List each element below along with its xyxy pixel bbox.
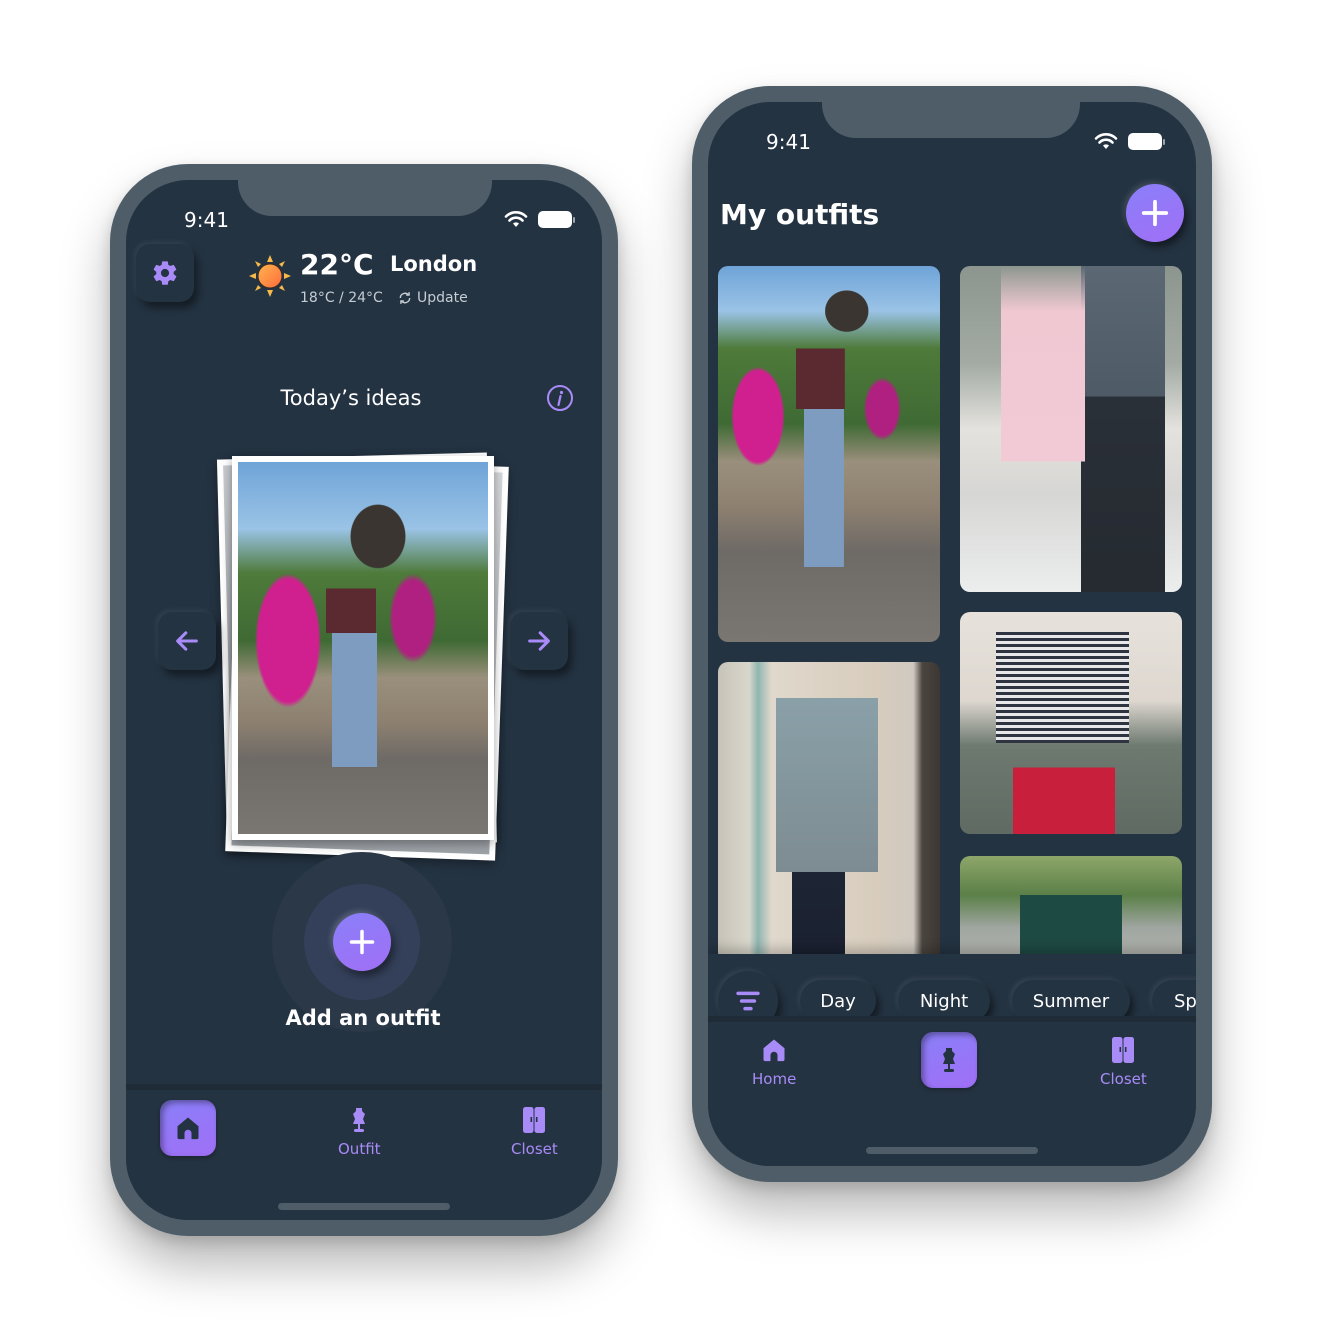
status-time: 9:41 bbox=[184, 208, 229, 232]
arrow-right-icon bbox=[528, 631, 550, 651]
city-name: London bbox=[390, 252, 478, 276]
page-title: My outfits bbox=[720, 198, 880, 231]
home-indicator bbox=[866, 1147, 1038, 1154]
battery-icon bbox=[538, 211, 575, 228]
next-idea-button[interactable] bbox=[510, 612, 568, 670]
notch bbox=[822, 102, 1080, 138]
todays-ideas-title: Today’s ideas bbox=[280, 386, 422, 410]
add-outfit-button[interactable] bbox=[1126, 184, 1184, 242]
outfit-card[interactable] bbox=[960, 612, 1182, 834]
tab-home[interactable] bbox=[160, 1100, 216, 1156]
plus-icon bbox=[349, 929, 375, 955]
featured-outfit-photo[interactable] bbox=[232, 456, 494, 840]
tab-home-active-bg bbox=[160, 1100, 216, 1156]
previous-idea-button[interactable] bbox=[158, 612, 216, 670]
wifi-icon bbox=[1094, 133, 1118, 149]
wardrobe-icon bbox=[523, 1107, 546, 1133]
tab-closet-label: Closet bbox=[1100, 1070, 1147, 1088]
tab-home[interactable]: Home bbox=[752, 1036, 796, 1088]
outfit-card[interactable] bbox=[960, 266, 1182, 592]
outfit-idea-stack[interactable] bbox=[212, 450, 512, 861]
tab-home-label: Home bbox=[752, 1070, 797, 1088]
notch bbox=[238, 180, 492, 216]
battery-icon bbox=[1128, 133, 1165, 150]
outfit-photo bbox=[960, 856, 1182, 954]
tab-bar: Home Closet bbox=[708, 1016, 1196, 1166]
home-screen: 9:41 22°C London 18°C / 24°C Update Toda… bbox=[126, 180, 602, 1220]
temperature-range: 18°C / 24°C bbox=[300, 290, 383, 306]
settings-button[interactable] bbox=[136, 244, 194, 302]
tab-closet[interactable]: Closet bbox=[1100, 1036, 1147, 1088]
refresh-icon bbox=[399, 292, 411, 304]
home-icon bbox=[177, 1117, 199, 1140]
outfit-card[interactable] bbox=[960, 856, 1182, 954]
status-time: 9:41 bbox=[766, 130, 811, 154]
tab-outfit-active-bg bbox=[921, 1032, 977, 1088]
home-icon bbox=[763, 1039, 785, 1062]
sun-icon bbox=[249, 255, 291, 297]
outfit-photo bbox=[238, 462, 488, 834]
phone-home-screen: 9:41 22°C London 18°C / 24°C Update Toda… bbox=[110, 164, 618, 1236]
update-weather-button[interactable]: Update bbox=[398, 290, 468, 306]
tab-outfit[interactable] bbox=[921, 1032, 977, 1088]
outfit-photo bbox=[960, 266, 1182, 592]
add-outfit-label: Add an outfit bbox=[285, 1006, 441, 1030]
phone-outfits-screen: 9:41 My outfits Day Night Summer Sp Home… bbox=[692, 86, 1212, 1182]
tab-closet-label: Closet bbox=[511, 1140, 558, 1158]
tab-outfit-label: Outfit bbox=[338, 1140, 381, 1158]
home-indicator bbox=[278, 1203, 450, 1210]
outfits-screen: 9:41 My outfits Day Night Summer Sp Home… bbox=[708, 102, 1196, 1166]
outfit-photo bbox=[718, 662, 940, 954]
tab-outfit[interactable]: Outfit bbox=[338, 1106, 381, 1158]
filter-icon bbox=[736, 991, 760, 1011]
current-temperature: 22°C bbox=[300, 248, 374, 281]
wifi-icon bbox=[504, 211, 528, 227]
add-outfit-button[interactable] bbox=[333, 913, 391, 971]
info-icon[interactable] bbox=[546, 384, 574, 412]
plus-icon bbox=[1141, 199, 1169, 227]
outfit-card[interactable] bbox=[718, 662, 940, 954]
arrow-left-icon bbox=[176, 631, 198, 651]
mannequin-icon bbox=[943, 1048, 955, 1072]
outfit-card[interactable] bbox=[718, 266, 940, 642]
update-label: Update bbox=[417, 290, 468, 306]
outfit-photo bbox=[718, 266, 940, 642]
wardrobe-icon bbox=[1112, 1037, 1135, 1063]
outfit-grid bbox=[718, 266, 1182, 954]
tab-closet[interactable]: Closet bbox=[511, 1106, 558, 1158]
tab-bar: Outfit Closet bbox=[126, 1084, 602, 1220]
gear-icon bbox=[153, 261, 177, 285]
outfit-photo bbox=[960, 612, 1182, 834]
mannequin-icon bbox=[353, 1108, 366, 1132]
